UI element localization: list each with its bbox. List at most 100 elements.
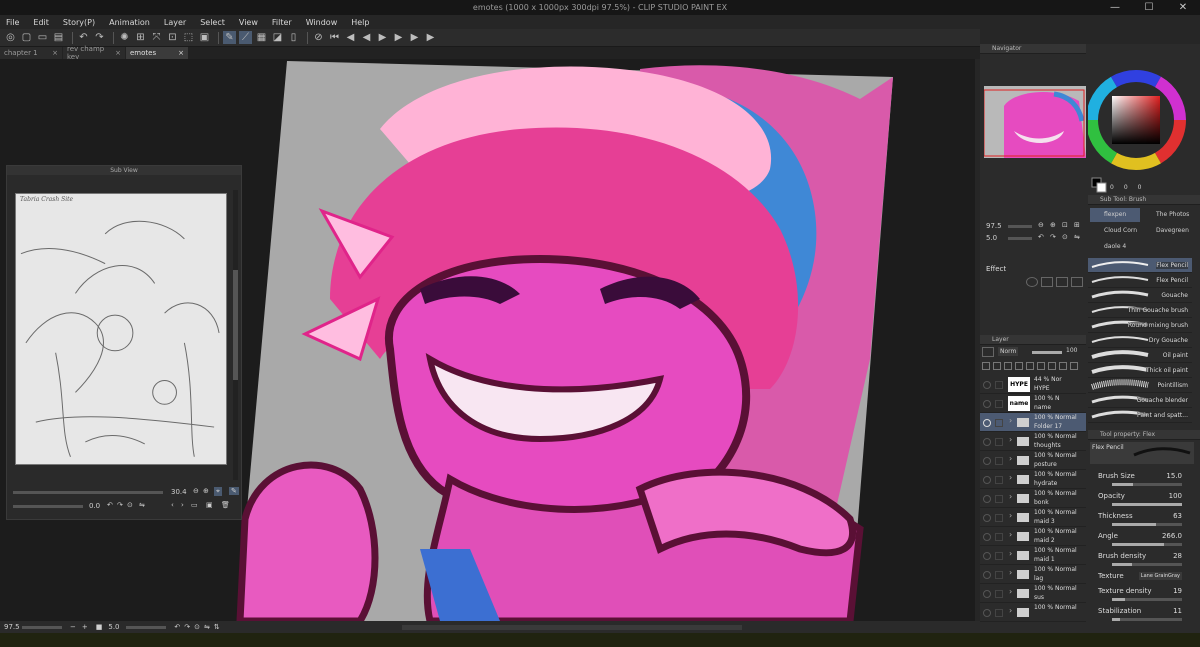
visibility-icon[interactable] (983, 419, 991, 427)
layer-color-icon[interactable] (982, 347, 994, 357)
rotate-slider[interactable] (13, 505, 83, 508)
visibility-icon[interactable] (983, 609, 991, 617)
open-folder-icon[interactable]: ▭ (36, 31, 49, 44)
edit-icon[interactable] (995, 533, 1003, 541)
brush-item[interactable]: Round mixing brush (1088, 318, 1192, 333)
layer-row[interactable]: › 100 % Normal maid 3 (980, 508, 1086, 527)
zoom-in-icon[interactable]: + (82, 623, 88, 631)
menu-layer[interactable]: Layer (164, 18, 186, 27)
effect-off-icon[interactable] (1026, 277, 1038, 287)
close-button[interactable]: ✕ (1166, 0, 1200, 15)
brush-item[interactable]: Thick oil paint (1088, 363, 1192, 378)
layer-row[interactable]: name 100 % N name (980, 394, 1086, 413)
effect-border-icon[interactable] (1071, 277, 1083, 287)
expand-arrow-icon[interactable]: › (1009, 416, 1012, 425)
visibility-icon[interactable] (983, 400, 991, 408)
prev-image-icon[interactable]: ‹ (171, 501, 174, 509)
status-zoom-slider[interactable] (22, 625, 62, 629)
ruler-icon[interactable] (1048, 362, 1056, 370)
prop-opacity[interactable]: Opacity 100 (1092, 492, 1196, 510)
minimize-button[interactable]: — (1098, 0, 1132, 15)
tab-chapter-1[interactable]: chapter 1 × (0, 47, 62, 59)
expand-arrow-icon[interactable]: › (1009, 473, 1012, 482)
layer-row[interactable]: › 100 % Normal sus (980, 584, 1086, 603)
layer-row[interactable]: › 100 % Normal thoughts (980, 432, 1086, 451)
last-frame-icon[interactable]: ▶ (424, 31, 437, 44)
menu-filter[interactable]: Filter (272, 18, 292, 27)
flip-icon[interactable]: ⇋ (139, 501, 145, 509)
magnify-icon[interactable]: ⌖ (214, 487, 222, 496)
menu-file[interactable]: File (6, 18, 19, 27)
close-icon[interactable]: × (52, 49, 58, 57)
prop-thickness[interactable]: Thickness 63 (1092, 512, 1196, 530)
expand-arrow-icon[interactable]: › (1009, 492, 1012, 501)
expand-arrow-icon[interactable]: › (1009, 568, 1012, 577)
edit-icon[interactable] (995, 590, 1003, 598)
edit-icon[interactable] (995, 495, 1003, 503)
visibility-icon[interactable] (983, 552, 991, 560)
redo-icon[interactable]: ↷ (93, 31, 106, 44)
crop-icon[interactable]: ⊡ (166, 31, 179, 44)
close-icon[interactable]: × (178, 49, 184, 57)
reference-icon[interactable] (993, 362, 1001, 370)
subtool-group-photos[interactable]: The Photos (1142, 208, 1198, 222)
layer-row[interactable]: › 100 % Normal bonk (980, 489, 1086, 508)
status-rotate-slider[interactable] (126, 625, 167, 629)
edit-icon[interactable] (995, 400, 1003, 408)
rotate-left-icon[interactable]: ↶ (1038, 233, 1044, 241)
save-icon[interactable]: ▤ (52, 31, 65, 44)
layer-row[interactable]: › 100 % Normal hydrate (980, 470, 1086, 489)
layer-row[interactable]: › 100 % Normal (980, 603, 1086, 622)
actual-size-icon[interactable]: ⊞ (1074, 221, 1080, 229)
expand-arrow-icon[interactable]: › (1009, 435, 1012, 444)
next-frame-icon[interactable]: ▶ (408, 31, 421, 44)
expand-arrow-icon[interactable]: › (1009, 549, 1012, 558)
device-icon[interactable]: ▯ (287, 31, 300, 44)
expand-arrow-icon[interactable]: › (1009, 511, 1012, 520)
brush-item[interactable]: Dry Gouache (1088, 333, 1192, 348)
step-forward-icon[interactable]: ▶ (392, 31, 405, 44)
edit-icon[interactable] (995, 381, 1003, 389)
reference-sketch[interactable]: Tabria Crash Site (15, 193, 227, 465)
visibility-icon[interactable] (983, 495, 991, 503)
rotate-right-icon[interactable]: ↷ (184, 623, 190, 631)
prop-stabilization[interactable]: Stabilization 11 (1092, 607, 1196, 625)
expand-arrow-icon[interactable]: › (1009, 606, 1012, 615)
brush-item[interactable]: Gouache (1088, 288, 1192, 303)
flip-v-icon[interactable]: ⇅ (214, 623, 220, 631)
reset-icon[interactable]: ⊙ (127, 501, 133, 509)
color-wheel[interactable] (1086, 44, 1200, 194)
undo-icon[interactable]: ↶ (77, 31, 90, 44)
brush-item[interactable]: Pointillism (1088, 378, 1192, 393)
brush-item[interactable]: Thin Gouache brush (1088, 303, 1192, 318)
layer-row[interactable]: HYPE 44 % Nor HYPE (980, 375, 1086, 394)
zoom-slider[interactable] (13, 491, 163, 494)
navigator-rotate-slider[interactable] (1008, 237, 1032, 240)
zoom-in-icon[interactable]: ⊕ (1050, 221, 1056, 229)
fit-icon[interactable]: ⊡ (1062, 221, 1068, 229)
maximize-button[interactable]: ☐ (1132, 0, 1166, 15)
effect-color-icon[interactable] (1056, 277, 1068, 287)
lock-alpha-icon[interactable] (1026, 362, 1034, 370)
close-icon[interactable]: × (115, 49, 121, 57)
rotate-left-icon[interactable]: ↶ (174, 623, 180, 631)
subtool-group-cloud[interactable]: Cloud Corn (1090, 224, 1140, 238)
import-icon[interactable]: ▭ (191, 501, 198, 509)
menu-edit[interactable]: Edit (33, 18, 49, 27)
subtool-group-flexpen[interactable]: flexpen (1090, 208, 1140, 222)
visibility-icon[interactable] (983, 381, 991, 389)
rotate-left-icon[interactable]: ↶ (107, 501, 113, 509)
clip-icon[interactable] (982, 362, 990, 370)
layer-row[interactable]: › 100 % Normal posture (980, 451, 1086, 470)
layer-settings-icon[interactable] (1059, 362, 1067, 370)
rotate-right-icon[interactable]: ↷ (117, 501, 123, 509)
play-icon[interactable]: ▶ (376, 31, 389, 44)
next-image-icon[interactable]: › (181, 501, 184, 509)
menu-story[interactable]: Story(P) (63, 18, 95, 27)
sub-view-scrollbar[interactable] (233, 190, 238, 480)
edit-icon[interactable] (995, 476, 1003, 484)
zoom-out-icon[interactable]: ⊖ (1038, 221, 1044, 229)
first-frame-icon[interactable]: ⏮ (328, 31, 341, 44)
expand-arrow-icon[interactable]: › (1009, 454, 1012, 463)
zoom-out-icon[interactable]: ⊖ (193, 487, 199, 495)
